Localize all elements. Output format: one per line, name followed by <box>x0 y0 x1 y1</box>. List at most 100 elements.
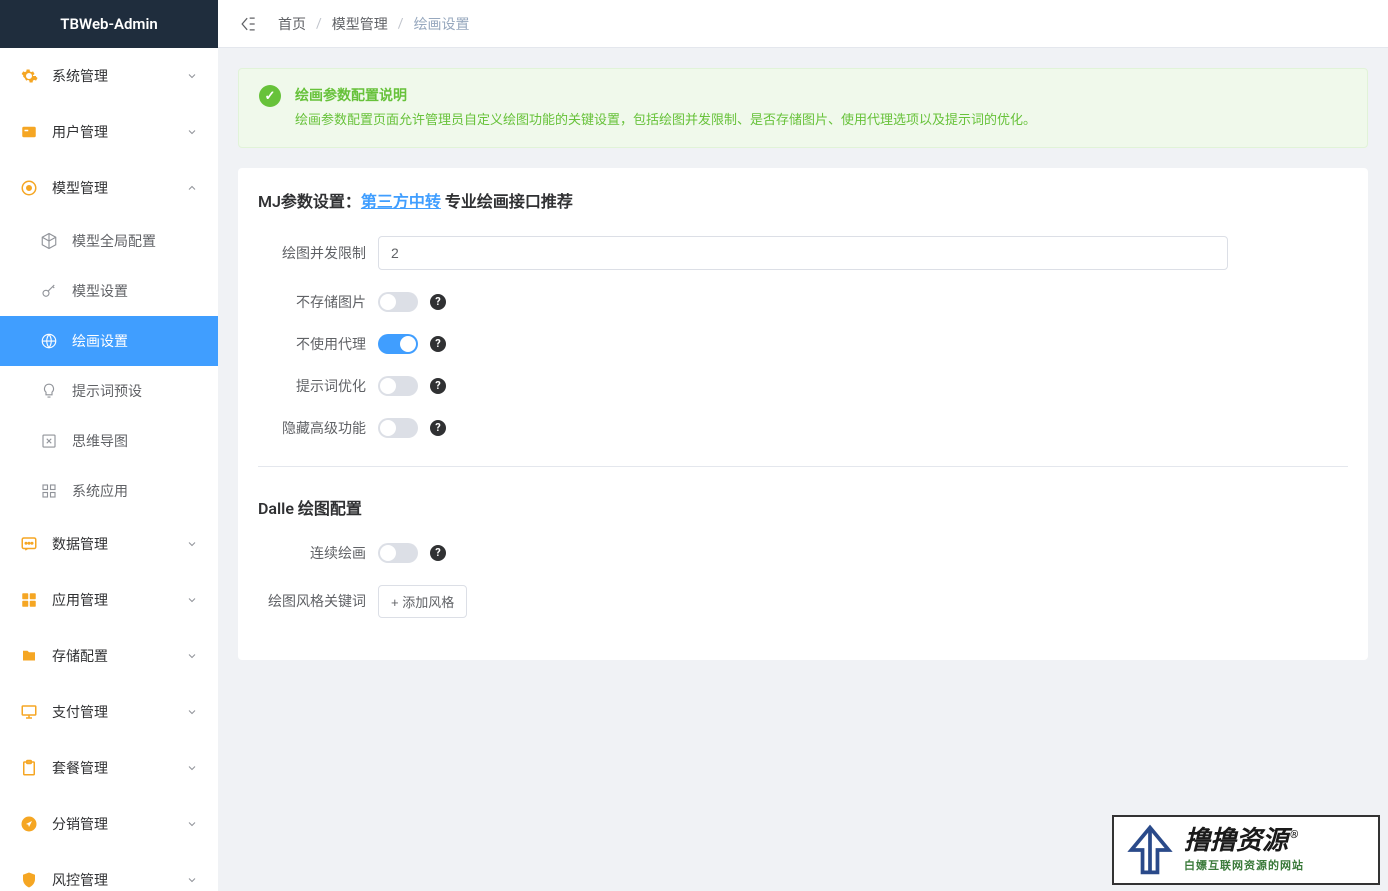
noproxy-switch[interactable] <box>378 334 418 354</box>
sidebar-submenu-model: 模型全局配置 模型设置 绘画设置 提示词预设 思维导图 <box>0 216 218 516</box>
chevron-down-icon <box>186 706 198 718</box>
help-icon[interactable]: ? <box>430 378 446 394</box>
sidebar-item-risk[interactable]: 风控管理 <box>0 852 218 891</box>
key-icon <box>40 282 58 300</box>
mj-section-title: MJ参数设置：第三方中转 专业绘画接口推荐 <box>258 188 1348 212</box>
brackets-icon <box>20 179 38 197</box>
sidebar-item-label: 系统应用 <box>72 481 128 501</box>
sidebar-item-package[interactable]: 套餐管理 <box>0 740 218 796</box>
sidebar-item-user[interactable]: 用户管理 <box>0 104 218 160</box>
chevron-up-icon <box>186 182 198 194</box>
page-header: 首页 / 模型管理 / 绘画设置 <box>218 0 1388 48</box>
bulb-icon <box>40 382 58 400</box>
monitor-icon <box>20 703 38 721</box>
gear-icon <box>20 67 38 85</box>
sidebar-item-label: 用户管理 <box>52 122 186 142</box>
prompt-opt-switch[interactable] <box>378 376 418 396</box>
concurrent-limit-input[interactable] <box>378 236 1228 270</box>
breadcrumb-separator: / <box>398 16 404 32</box>
chevron-down-icon <box>186 538 198 550</box>
sidebar-item-label: 思维导图 <box>72 431 128 451</box>
sidebar-subitem-paint-settings[interactable]: 绘画设置 <box>0 316 218 366</box>
sidebar-item-label: 提示词预设 <box>72 381 142 401</box>
sidebar-item-label: 系统管理 <box>52 66 186 86</box>
watermark: 撸撸资源® 白嫖互联网资源的网站 <box>1112 815 1380 885</box>
chevron-down-icon <box>186 650 198 662</box>
sidebar-item-distribution[interactable]: 分销管理 <box>0 796 218 852</box>
watermark-main-text: 撸撸资源® <box>1184 827 1304 856</box>
dalle-section-title: Dalle 绘图配置 <box>258 495 1348 519</box>
sidebar-subitem-model-global[interactable]: 模型全局配置 <box>0 216 218 266</box>
sidebar-subitem-system-app[interactable]: 系统应用 <box>0 466 218 516</box>
prompt-opt-label: 提示词优化 <box>258 376 378 396</box>
check-circle-icon: ✓ <box>259 85 281 107</box>
sidebar-item-label: 风控管理 <box>52 870 186 890</box>
sidebar-item-label: 套餐管理 <box>52 758 186 778</box>
sidebar-item-label: 应用管理 <box>52 590 186 610</box>
grid-icon <box>40 482 58 500</box>
style-keyword-label: 绘图风格关键词 <box>258 591 378 611</box>
continuous-switch[interactable] <box>378 543 418 563</box>
section-divider <box>258 466 1348 467</box>
breadcrumb-item-current: 绘画设置 <box>414 14 470 34</box>
shield-icon <box>20 871 38 889</box>
sidebar-item-data[interactable]: 数据管理 <box>0 516 218 572</box>
folder-icon <box>20 647 38 665</box>
third-party-link[interactable]: 第三方中转 <box>361 192 441 211</box>
alert-title: 绘画参数配置说明 <box>295 85 1347 105</box>
sidebar-item-label: 数据管理 <box>52 534 186 554</box>
settings-card: MJ参数设置：第三方中转 专业绘画接口推荐 绘图并发限制 不存储图片 ? <box>238 168 1368 660</box>
help-icon[interactable]: ? <box>430 336 446 352</box>
chevron-down-icon <box>186 874 198 886</box>
breadcrumb-separator: / <box>316 16 322 32</box>
chevron-down-icon <box>186 126 198 138</box>
nostore-switch[interactable] <box>378 292 418 312</box>
sidebar-item-label: 模型全局配置 <box>72 231 156 251</box>
noproxy-label: 不使用代理 <box>258 334 378 354</box>
sidebar-item-label: 模型设置 <box>72 281 128 301</box>
sidebar-subitem-mindmap[interactable]: 思维导图 <box>0 416 218 466</box>
collapse-sidebar-button[interactable] <box>238 14 258 34</box>
breadcrumb: 首页 / 模型管理 / 绘画设置 <box>278 14 470 34</box>
box-x-icon <box>40 432 58 450</box>
hide-adv-switch[interactable] <box>378 418 418 438</box>
breadcrumb-item-model[interactable]: 模型管理 <box>332 14 388 34</box>
cube-icon <box>40 232 58 250</box>
concurrent-limit-label: 绘图并发限制 <box>258 243 378 263</box>
sidebar-item-payment[interactable]: 支付管理 <box>0 684 218 740</box>
sidebar-item-label: 支付管理 <box>52 702 186 722</box>
send-icon <box>20 815 38 833</box>
info-alert: ✓ 绘画参数配置说明 绘画参数配置页面允许管理员自定义绘图功能的关键设置，包括绘… <box>238 68 1368 148</box>
sidebar-subitem-prompt-preset[interactable]: 提示词预设 <box>0 366 218 416</box>
chevron-down-icon <box>186 762 198 774</box>
chevron-down-icon <box>186 70 198 82</box>
globe-icon <box>40 332 58 350</box>
watermark-logo-icon <box>1122 822 1178 878</box>
apps-icon <box>20 591 38 609</box>
sidebar-item-label: 分销管理 <box>52 814 186 834</box>
sidebar-item-label: 绘画设置 <box>72 331 128 351</box>
sidebar-item-label: 存储配置 <box>52 646 186 666</box>
chat-icon <box>20 535 38 553</box>
alert-description: 绘画参数配置页面允许管理员自定义绘图功能的关键设置，包括绘图并发限制、是否存储图… <box>295 111 1347 131</box>
help-icon[interactable]: ? <box>430 420 446 436</box>
user-icon <box>20 123 38 141</box>
help-icon[interactable]: ? <box>430 545 446 561</box>
sidebar-item-app[interactable]: 应用管理 <box>0 572 218 628</box>
nostore-label: 不存储图片 <box>258 292 378 312</box>
sidebar-menu: 系统管理 用户管理 模型管理 模型全局配置 模型设置 <box>0 48 218 891</box>
sidebar-item-system[interactable]: 系统管理 <box>0 48 218 104</box>
watermark-sub-text: 白嫖互联网资源的网站 <box>1184 857 1304 873</box>
breadcrumb-item-home[interactable]: 首页 <box>278 14 306 34</box>
continuous-label: 连续绘画 <box>258 543 378 563</box>
clipboard-icon <box>20 759 38 777</box>
sidebar-item-label: 模型管理 <box>52 178 186 198</box>
sidebar-subitem-model-settings[interactable]: 模型设置 <box>0 266 218 316</box>
chevron-down-icon <box>186 594 198 606</box>
hide-adv-label: 隐藏高级功能 <box>258 418 378 438</box>
help-icon[interactable]: ? <box>430 294 446 310</box>
add-style-button[interactable]: + 添加风格 <box>378 585 467 618</box>
sidebar-item-storage[interactable]: 存储配置 <box>0 628 218 684</box>
sidebar-item-model[interactable]: 模型管理 <box>0 160 218 216</box>
chevron-down-icon <box>186 818 198 830</box>
